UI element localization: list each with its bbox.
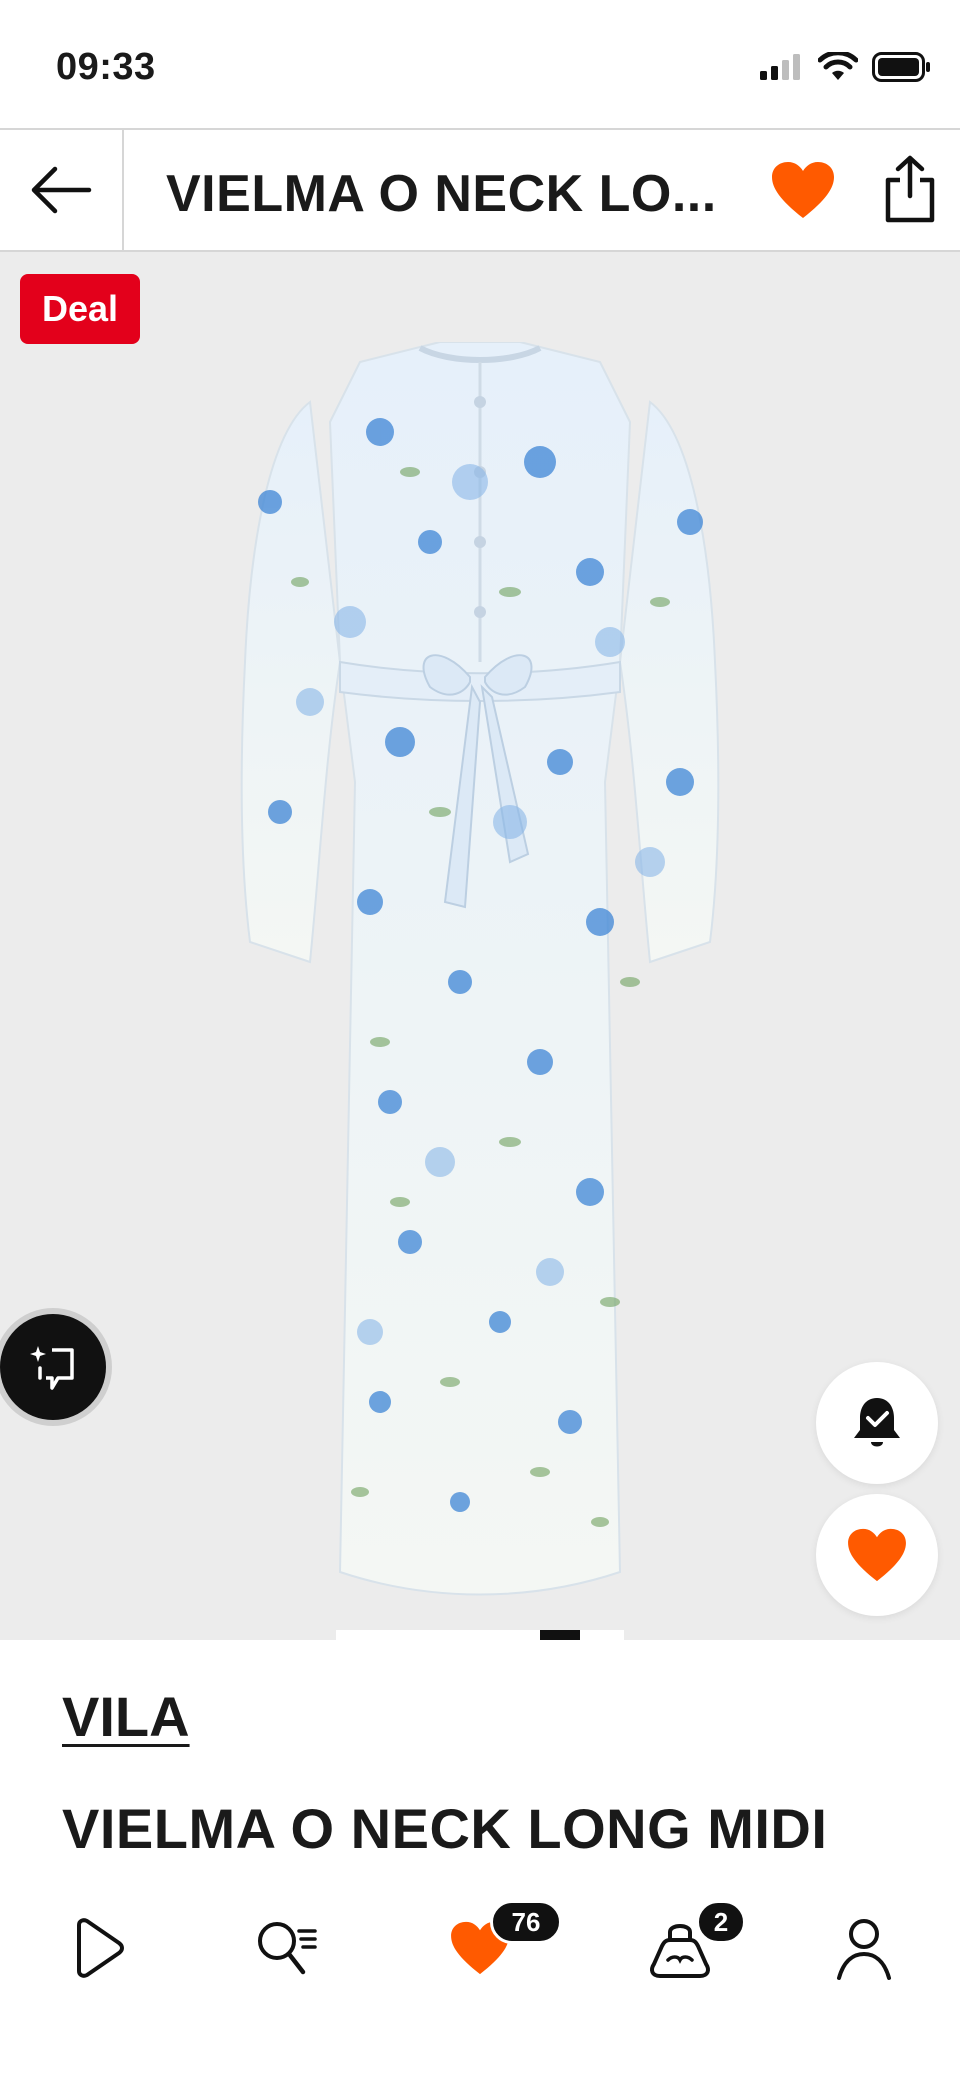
product-name: VIELMA O NECK LONG MIDI (62, 1797, 828, 1860)
back-button[interactable] (0, 130, 124, 250)
wifi-icon (818, 52, 858, 80)
header-title: VIELMA O NECK LO... (166, 165, 717, 223)
search-list-icon (258, 1922, 317, 1975)
deal-badge: Deal (20, 274, 141, 344)
tab-play[interactable] (36, 1898, 156, 1998)
cellular-signal-icon (760, 54, 800, 80)
status-time: 09:33 (56, 46, 156, 88)
heart-filled-icon (848, 1528, 906, 1582)
bottom-tab-bar: 76 2 (0, 1880, 960, 2079)
wishlist-count-badge: 76 (490, 1900, 562, 1944)
product-image-gallery[interactable]: Deal (0, 252, 960, 1640)
bag-count-badge: 2 (696, 1900, 746, 1944)
heart-filled-icon (772, 162, 834, 218)
bell-check-icon (854, 1398, 900, 1447)
image-pager[interactable] (336, 1630, 624, 1640)
sparkle-chat-icon (30, 1346, 74, 1390)
tab-account[interactable] (804, 1898, 924, 1998)
product-image (240, 342, 720, 1596)
wishlist-toggle-button[interactable] (770, 160, 836, 220)
app-header: VIELMA O NECK LO... (0, 128, 960, 252)
status-icons (760, 52, 932, 82)
image-pager-active-indicator (540, 1630, 580, 1640)
share-button[interactable] (880, 154, 940, 224)
price-alert-button[interactable] (816, 1362, 938, 1484)
brand-link[interactable]: VILA (62, 1684, 190, 1749)
tab-search[interactable] (226, 1898, 346, 1998)
battery-icon (872, 52, 930, 82)
share-icon (885, 155, 935, 223)
status-bar: 09:33 (0, 0, 960, 128)
play-icon (77, 1918, 124, 1978)
add-to-wishlist-button[interactable] (816, 1494, 938, 1616)
user-icon (837, 1919, 891, 1980)
arrow-left-icon (31, 166, 92, 214)
ai-style-assistant-button[interactable] (0, 1314, 106, 1420)
